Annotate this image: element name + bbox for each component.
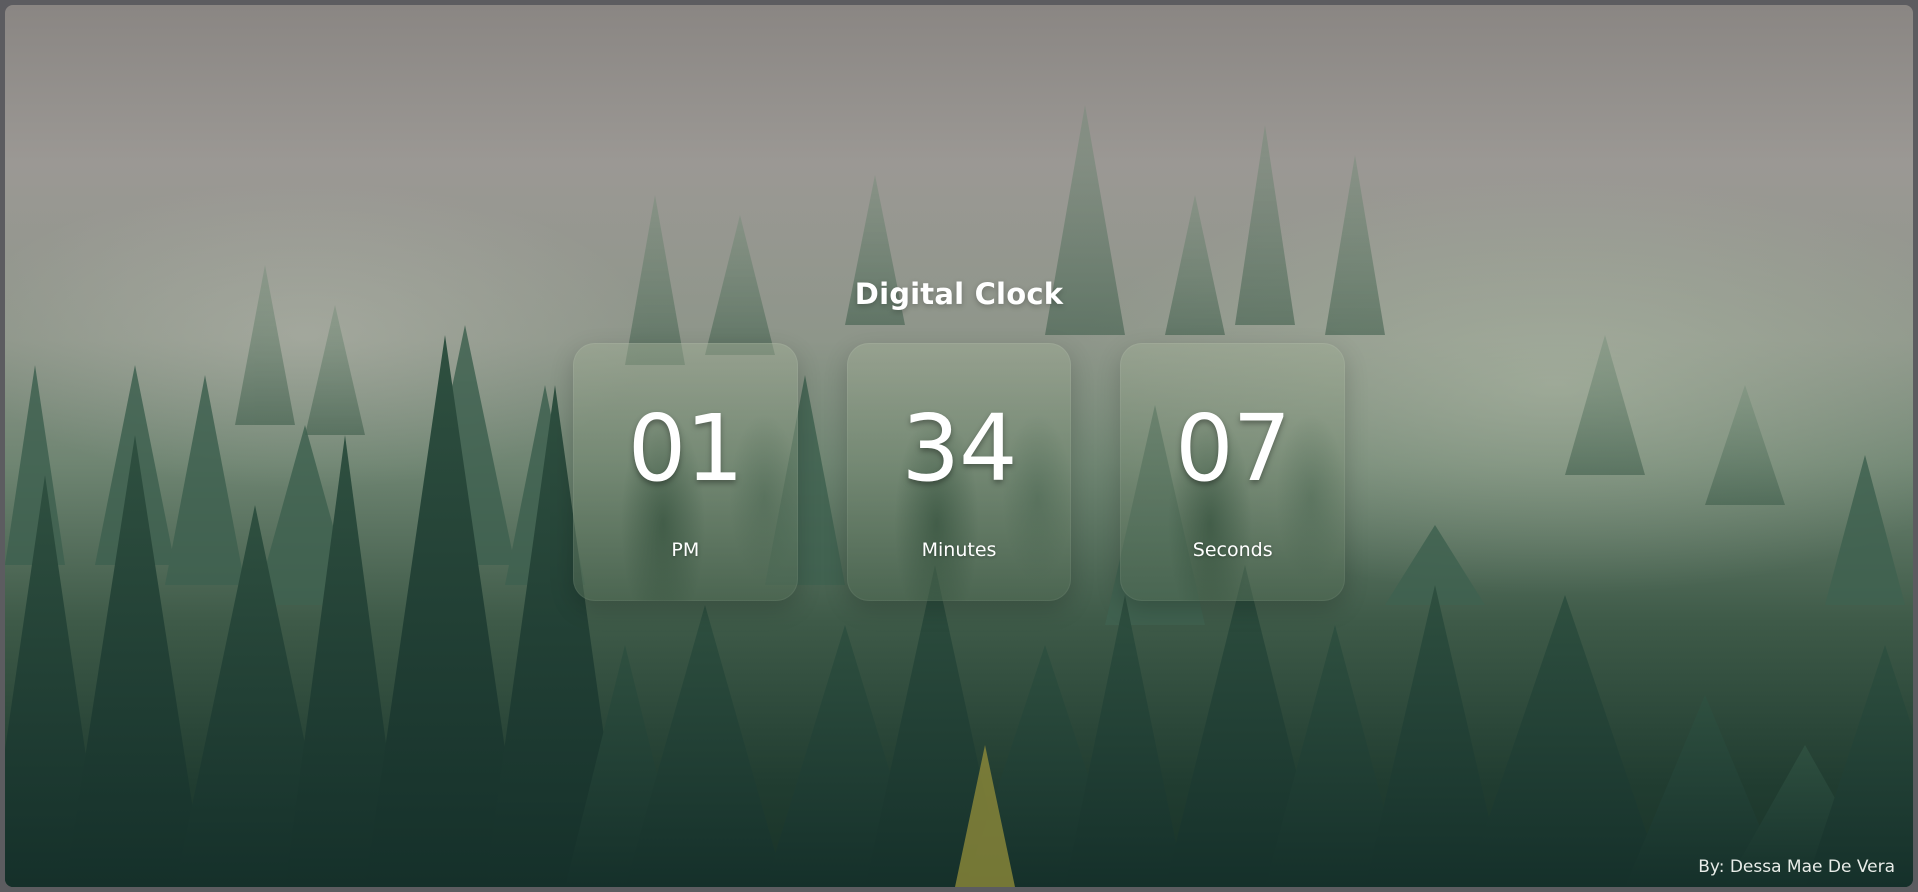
author-credit: By: Dessa Mae De Vera xyxy=(1698,857,1895,877)
seconds-card: 07 Seconds xyxy=(1120,343,1346,601)
minutes-label: Minutes xyxy=(921,539,997,561)
app-window: Digital Clock 01 PM 34 Minutes 07 Second… xyxy=(5,5,1913,887)
seconds-value: 07 xyxy=(1175,395,1291,502)
hours-label: PM xyxy=(671,539,700,561)
seconds-label: Seconds xyxy=(1192,539,1273,561)
minutes-value: 34 xyxy=(901,395,1017,502)
hours-value: 01 xyxy=(627,395,744,502)
hours-card: 01 PM xyxy=(573,343,798,601)
minutes-card: 34 Minutes xyxy=(846,343,1072,601)
clock-cards: 01 PM 34 Minutes 07 Seconds xyxy=(573,343,1346,601)
page-title: Digital Clock xyxy=(854,277,1064,311)
